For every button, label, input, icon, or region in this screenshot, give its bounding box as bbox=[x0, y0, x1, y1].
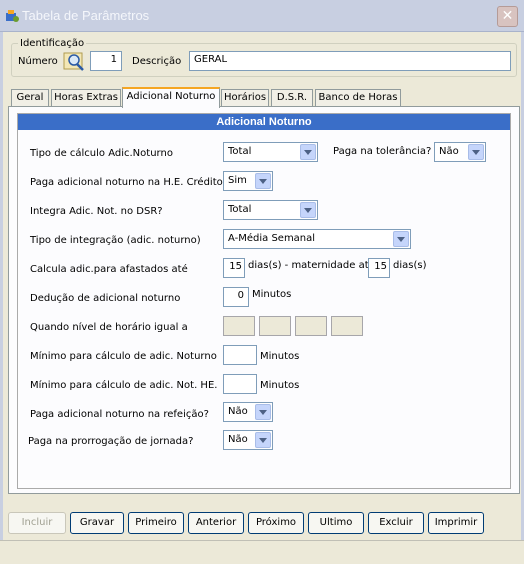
nivel-horario-group bbox=[223, 316, 363, 336]
minimo-he-input[interactable] bbox=[223, 374, 257, 394]
tipo-calculo-value: Total bbox=[228, 146, 252, 157]
paga-refeicao-select[interactable]: Não bbox=[223, 402, 273, 422]
maternidade-dias-input[interactable]: 15 bbox=[368, 258, 390, 278]
excluir-button[interactable]: Excluir bbox=[368, 512, 424, 534]
chevron-down-icon[interactable] bbox=[468, 144, 484, 160]
chevron-down-icon[interactable] bbox=[300, 144, 316, 160]
nivel-horario-field-4 bbox=[331, 316, 363, 336]
paga-prorrogacao-select[interactable]: Não bbox=[223, 430, 273, 450]
numero-label: Número bbox=[18, 56, 58, 67]
paga-tolerancia-select[interactable]: Não bbox=[434, 142, 486, 162]
gravar-button[interactable]: Gravar bbox=[70, 512, 124, 534]
chevron-down-icon[interactable] bbox=[255, 432, 271, 448]
tipo-integracao-select[interactable]: A-Média Semanal bbox=[223, 229, 411, 249]
deducao-label: Dedução de adicional noturno bbox=[30, 293, 181, 304]
panel-header: Adicional Noturno bbox=[18, 114, 510, 130]
search-button[interactable] bbox=[63, 51, 87, 73]
tab-dsr[interactable]: D.S.R. bbox=[271, 89, 313, 107]
close-icon: ✕ bbox=[501, 8, 514, 24]
minimo-noturno-label: Mínimo para cálculo de adic. Noturno bbox=[30, 351, 217, 362]
anterior-button[interactable]: Anterior bbox=[188, 512, 244, 534]
ultimo-button[interactable]: Ultimo bbox=[308, 512, 364, 534]
minimo-noturno-input[interactable] bbox=[223, 345, 257, 365]
tipo-integracao-label: Tipo de integração (adic. noturno) bbox=[30, 235, 201, 246]
paga-refeicao-value: Não bbox=[228, 406, 248, 417]
tab-geral[interactable]: Geral bbox=[11, 89, 49, 107]
chevron-down-icon[interactable] bbox=[300, 202, 316, 218]
window-title: Tabela de Parâmetros bbox=[22, 8, 150, 23]
tipo-integracao-value: A-Média Semanal bbox=[228, 233, 316, 244]
tab-horarios[interactable]: Horários bbox=[221, 89, 269, 107]
status-bar bbox=[0, 540, 524, 564]
paga-tolerancia-label: Paga na tolerância? bbox=[333, 146, 432, 157]
minimo-noturno-unit-label: Minutos bbox=[260, 351, 300, 362]
paga-he-credito-value: Sim bbox=[228, 175, 247, 186]
close-button[interactable]: ✕ bbox=[497, 6, 518, 27]
minimo-he-label: Mínimo para cálculo de adic. Not. HE. bbox=[30, 380, 218, 391]
tab-banco-de-horas[interactable]: Banco de Horas bbox=[315, 89, 401, 107]
descricao-input[interactable]: GERAL bbox=[189, 51, 511, 71]
paga-refeicao-label: Paga adicional noturno na refeição? bbox=[30, 409, 209, 420]
window-body: Identificação Número 1 Descrição GERAL G… bbox=[0, 32, 524, 564]
paga-prorrogacao-label: Paga na prorrogação de jornada? bbox=[28, 436, 194, 447]
tab-adicional-noturno[interactable]: Adicional Noturno bbox=[122, 87, 220, 108]
title-bar: Tabela de Parâmetros ✕ bbox=[0, 0, 524, 32]
incluir-button[interactable]: Incluir bbox=[8, 512, 66, 534]
descricao-label: Descrição bbox=[132, 56, 182, 67]
chevron-down-icon[interactable] bbox=[393, 231, 409, 247]
tipo-calculo-label: Tipo de cálculo Adic.Noturno bbox=[30, 148, 173, 159]
integra-dsr-select[interactable]: Total bbox=[223, 200, 318, 220]
tab-bar: Geral Horas Extras Adicional Noturno Hor… bbox=[9, 87, 521, 108]
nivel-horario-label: Quando nível de horário igual a bbox=[30, 322, 188, 333]
paga-he-credito-select[interactable]: Sim bbox=[223, 171, 273, 191]
imprimir-button[interactable]: Imprimir bbox=[428, 512, 484, 534]
deducao-input[interactable]: 0 bbox=[223, 287, 249, 307]
deducao-unit-label: Minutos bbox=[252, 289, 292, 300]
identificacao-legend: Identificação bbox=[20, 38, 85, 49]
app-icon bbox=[6, 10, 19, 22]
afastados-dias-input[interactable]: 15 bbox=[223, 258, 245, 278]
maternidade-unit-label: dias(s) bbox=[393, 260, 427, 271]
primeiro-button[interactable]: Primeiro bbox=[128, 512, 184, 534]
nivel-horario-field-1 bbox=[223, 316, 255, 336]
tab-panel: Adicional Noturno Tipo de cálculo Adic.N… bbox=[8, 106, 520, 494]
chevron-down-icon[interactable] bbox=[255, 404, 271, 420]
minimo-he-unit-label: Minutos bbox=[260, 380, 300, 391]
afastados-label: Calcula adic.para afastados até bbox=[30, 264, 188, 275]
integra-dsr-label: Integra Adic. Not. no DSR? bbox=[30, 206, 163, 217]
tipo-calculo-select[interactable]: Total bbox=[223, 142, 318, 162]
paga-tolerancia-value: Não bbox=[439, 146, 459, 157]
search-icon bbox=[63, 52, 84, 71]
paga-prorrogacao-value: Não bbox=[228, 434, 248, 445]
nivel-horario-field-2 bbox=[259, 316, 291, 336]
proximo-button[interactable]: Próximo bbox=[248, 512, 304, 534]
paga-he-credito-label: Paga adicional noturno na H.E. Crédito? bbox=[30, 177, 229, 188]
maternidade-label: dias(s) - maternidade até bbox=[248, 260, 375, 271]
chevron-down-icon[interactable] bbox=[255, 173, 271, 189]
nivel-horario-field-3 bbox=[295, 316, 327, 336]
numero-input[interactable]: 1 bbox=[90, 51, 122, 71]
tab-horas-extras[interactable]: Horas Extras bbox=[51, 89, 121, 107]
adicional-noturno-panel: Adicional Noturno Tipo de cálculo Adic.N… bbox=[17, 113, 511, 489]
integra-dsr-value: Total bbox=[228, 204, 252, 215]
